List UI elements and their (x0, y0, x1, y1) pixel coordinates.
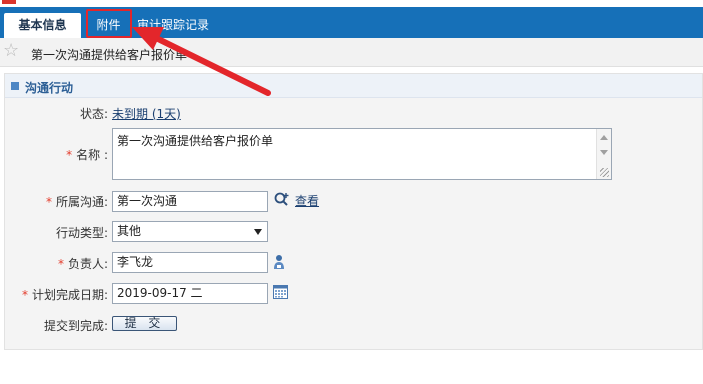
section-title: 沟通行动 (25, 81, 74, 95)
due-date-label: * 计划完成日期: (10, 286, 108, 303)
submit-button[interactable]: 提 交 (112, 316, 177, 331)
person-icon[interactable] (273, 254, 285, 270)
submit-complete-label: 提交到完成: (43, 319, 108, 333)
name-label-text: 名称 : (76, 148, 108, 162)
annotation-highlight-box (86, 9, 132, 38)
status-value-link[interactable]: 未到期 (1天) (112, 105, 181, 122)
belong-label: * 所属沟通: (30, 193, 108, 210)
section-square-icon (11, 82, 19, 90)
tab-audit-trail[interactable]: 审计跟踪记录 (133, 13, 213, 38)
tab-basic-info[interactable]: 基本信息 (4, 13, 81, 38)
owner-label: * 负责人: (30, 255, 108, 272)
section-header: 沟通行动 (5, 74, 702, 98)
due-date-input[interactable]: 2019-09-17 二 (112, 283, 268, 304)
action-type-select[interactable]: 其他 (112, 221, 268, 242)
belong-input[interactable]: 第一次沟通 (112, 191, 268, 212)
status-label: 状态: (79, 107, 108, 121)
required-marker: * (21, 288, 28, 302)
required-marker: * (66, 148, 73, 162)
lookup-icon[interactable] (273, 191, 291, 209)
top-red-marker (2, 0, 16, 4)
calendar-icon[interactable] (273, 285, 288, 299)
scroll-up-icon[interactable] (600, 135, 608, 140)
name-label: * 名称 : (40, 146, 108, 163)
owner-input[interactable]: 李飞龙 (112, 252, 268, 273)
required-marker: * (57, 257, 64, 271)
record-title-bar: ☆ 第一次沟通提供给客户报价单 (0, 38, 703, 67)
star-icon[interactable]: ☆ (3, 42, 19, 60)
scroll-down-icon[interactable] (600, 150, 608, 155)
name-textarea-value: 第一次沟通提供给客户报价单 (117, 134, 274, 148)
belong-label-text: 所属沟通: (55, 195, 108, 209)
resize-grip-icon[interactable] (600, 168, 609, 177)
required-marker: * (45, 195, 52, 209)
view-link[interactable]: 查看 (295, 192, 319, 209)
chevron-down-icon (254, 229, 262, 235)
name-textarea[interactable]: 第一次沟通提供给客户报价单 (112, 128, 612, 180)
due-date-label-text: 计划完成日期: (31, 288, 108, 302)
section-panel: 沟通行动 (4, 73, 703, 350)
record-title: 第一次沟通提供给客户报价单 (31, 48, 188, 62)
owner-label-text: 负责人: (67, 257, 108, 271)
truncated-top-bar (0, 0, 703, 7)
action-type-value: 其他 (117, 224, 142, 238)
action-type-label: 行动类型: (55, 226, 108, 240)
